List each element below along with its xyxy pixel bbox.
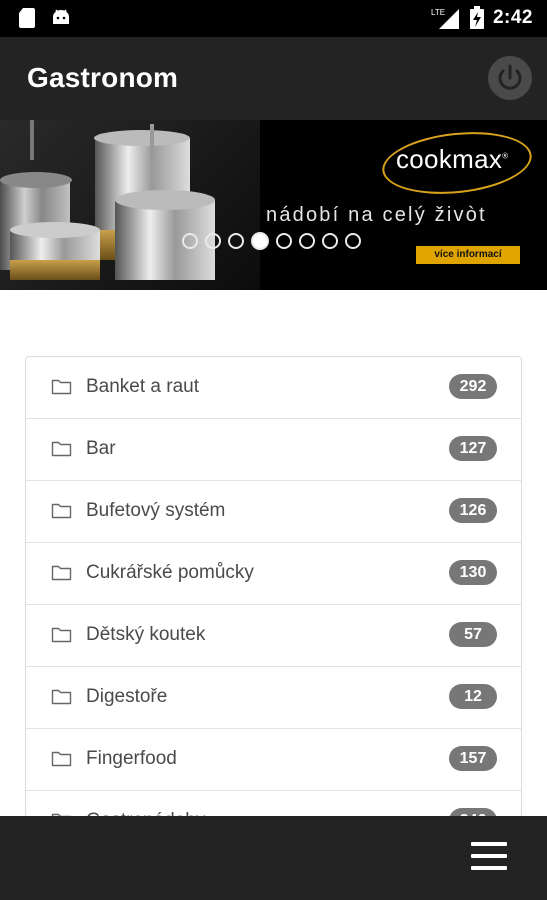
category-row[interactable]: Banket a raut 292	[26, 357, 521, 419]
folder-icon	[51, 379, 72, 395]
banner-tagline: nádobí na celý živòt	[266, 204, 487, 226]
count-badge: 127	[449, 436, 497, 461]
folder-icon	[51, 503, 72, 519]
carousel-dot[interactable]	[322, 233, 338, 249]
folder-icon	[51, 441, 72, 457]
hamburger-menu-icon[interactable]	[471, 840, 507, 872]
carousel-indicator	[182, 232, 361, 250]
brand-logo: cookmax®	[396, 144, 508, 175]
carousel-dot[interactable]	[205, 233, 221, 249]
category-row[interactable]: Cukrářské pomůcky 130	[26, 543, 521, 605]
category-list: Banket a raut 292 Bar 127 Bufetový systém 126…	[25, 356, 522, 818]
carousel-dot[interactable]	[228, 233, 244, 249]
count-badge: 292	[449, 374, 497, 399]
count-badge: 126	[449, 498, 497, 523]
category-row[interactable]: Digestoře 12	[26, 667, 521, 729]
carousel-dot[interactable]	[345, 233, 361, 249]
status-bar: LTE 2:42	[0, 0, 547, 37]
registered-mark: ®	[502, 151, 509, 161]
count-badge: 57	[449, 622, 497, 647]
app-bar: Gastronom	[0, 37, 547, 120]
category-row[interactable]: Bufetový systém 126	[26, 481, 521, 543]
category-row[interactable]: Fingerfood 157	[26, 729, 521, 791]
carousel-dot[interactable]	[251, 232, 269, 250]
folder-icon	[51, 689, 72, 705]
power-button[interactable]	[488, 56, 532, 100]
category-row[interactable]: Dětský koutek 57	[26, 605, 521, 667]
more-info-button[interactable]: více informací	[416, 246, 520, 264]
network-type-label: LTE	[431, 8, 445, 17]
category-label: Cukrářské pomůcky	[86, 562, 254, 583]
category-label: Banket a raut	[86, 376, 200, 397]
category-label: Digestoře	[86, 686, 168, 707]
carousel-dot[interactable]	[182, 233, 198, 249]
category-label: Dětský koutek	[86, 624, 206, 645]
android-icon	[53, 9, 69, 24]
category-label: Fingerfood	[86, 748, 177, 769]
promo-banner[interactable]: cookmax® nádobí na celý živòt více infor…	[0, 120, 547, 290]
app-title: Gastronom	[27, 62, 179, 93]
category-row[interactable]: Bar 127	[26, 419, 521, 481]
cookware-image	[0, 120, 260, 290]
count-badge: 157	[449, 746, 497, 771]
sd-card-icon	[19, 8, 35, 28]
cookware-illustration	[0, 120, 215, 280]
carousel-dot[interactable]	[276, 233, 292, 249]
battery-icon	[469, 6, 484, 29]
folder-icon	[51, 751, 72, 767]
category-label: Bar	[86, 438, 116, 459]
category-label: Bufetový systém	[86, 500, 226, 521]
count-badge: 130	[449, 560, 497, 585]
clock: 2:42	[492, 7, 533, 28]
category-row[interactable]: Gastronádoby246	[26, 791, 521, 817]
signal-icon: LTE	[431, 8, 459, 29]
folder-icon	[51, 565, 72, 581]
power-icon	[498, 64, 522, 90]
carousel-dot[interactable]	[299, 233, 315, 249]
brand-name: cookmax	[396, 144, 503, 174]
bottom-bar	[0, 816, 547, 900]
folder-icon	[51, 627, 72, 643]
count-badge: 12	[449, 684, 497, 709]
